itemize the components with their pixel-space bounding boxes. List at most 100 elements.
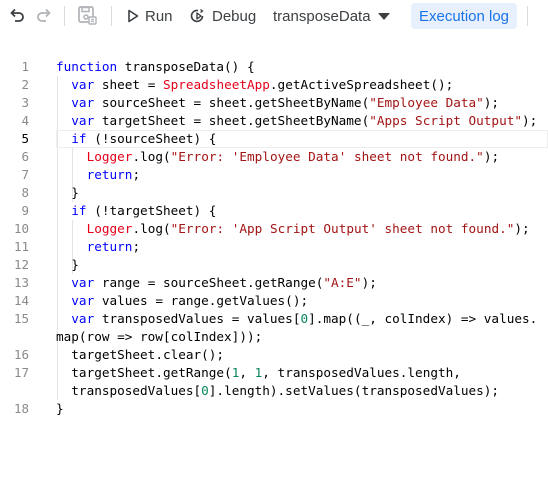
code-token: (!targetSheet) { <box>86 203 217 218</box>
code-text: Logger.log("Error: 'Employee Data' sheet… <box>87 148 500 166</box>
code-line[interactable]: 12} <box>0 256 548 274</box>
code-token: } <box>71 185 79 200</box>
code-line[interactable]: 14 var values = range.getValues(); <box>0 292 548 310</box>
run-button[interactable]: Run <box>127 5 173 27</box>
line-number: 3 <box>21 95 29 110</box>
run-label: Run <box>145 7 173 25</box>
toolbar-divider <box>64 6 65 26</box>
code-token: .log( <box>132 221 171 236</box>
code-text: return; <box>87 166 140 184</box>
code-text: } <box>56 400 64 418</box>
code-line[interactable]: 10 Logger.log("Error: 'App Script Output'… <box>0 220 548 238</box>
code-line[interactable]: 8} <box>0 184 548 202</box>
line-number: 14 <box>13 293 29 308</box>
execution-log-button[interactable]: Execution log <box>411 3 517 29</box>
code-line[interactable]: 4 var targetSheet = sheet.getSheetByName(… <box>0 112 548 130</box>
code-line[interactable]: 2 var sheet = SpreadsheetApp.getActiveSpr… <box>0 76 548 94</box>
code-line[interactable]: 18} <box>0 400 548 418</box>
code-line[interactable]: 5 if (!sourceSheet) { <box>0 130 548 148</box>
code-token: (!sourceSheet) { <box>86 131 217 146</box>
code-token: range = sourceSheet.getRange( <box>94 275 324 290</box>
code-text: targetSheet.getRange(1, 1, transposedVal… <box>71 364 461 382</box>
code-line[interactable]: 9 if (!targetSheet) { <box>0 202 548 220</box>
code-token: sheet = <box>94 77 163 92</box>
line-number: 17 <box>13 365 29 380</box>
code-token: ].map((_, colIndex) => values. <box>308 311 538 326</box>
code-token: var <box>71 77 95 92</box>
line-number: 15 <box>13 311 29 326</box>
code-token: } <box>56 401 64 416</box>
code-token: 0 <box>300 311 309 326</box>
line-number: 6 <box>21 149 29 164</box>
code-token: "Error: 'Employee Data' sheet not found.… <box>170 149 484 164</box>
code-token: } <box>71 257 79 272</box>
code-line[interactable]: 3 var sourceSheet = sheet.getSheetByName(… <box>0 94 548 112</box>
code-token: SpreadsheetApp <box>162 77 270 92</box>
code-text: targetSheet.clear(); <box>71 346 224 364</box>
code-text: var range = sourceSheet.getRange("A:E"); <box>71 274 377 292</box>
code-token: map(row => row[colIndex])); <box>56 329 263 344</box>
code-token: var <box>71 293 95 308</box>
code-token: return <box>86 167 133 182</box>
code-line[interactable]: 11 return; <box>0 238 548 256</box>
undo-icon[interactable] <box>7 6 27 26</box>
code-text: return; <box>87 238 140 256</box>
line-number: 11 <box>13 239 29 254</box>
line-number: 8 <box>21 185 29 200</box>
dropdown-arrow-icon <box>377 12 390 20</box>
code-line[interactable]: 7 return; <box>0 166 548 184</box>
code-token: if <box>71 131 87 146</box>
code-editor[interactable]: 1 function transposeData() {2 var sheet = … <box>0 58 548 487</box>
code-line[interactable]: 6 Logger.log("Error: 'Employee Data' shee… <box>0 148 548 166</box>
code-token: var <box>71 275 95 290</box>
code-line[interactable]: map(row => row[colIndex])); <box>0 328 548 346</box>
code-token: var <box>71 311 95 326</box>
code-token: "Error: 'App Script Output' sheet not fo… <box>170 221 515 236</box>
code-text: Logger.log("Error: 'App Script Output' s… <box>87 220 530 238</box>
line-number: 10 <box>13 221 29 236</box>
code-token: transposedValues = values[ <box>94 311 301 326</box>
play-icon <box>128 9 139 23</box>
code-token: ); <box>514 221 530 236</box>
code-token: var <box>71 113 95 128</box>
debug-button[interactable]: Debug <box>190 5 256 27</box>
code-text: map(row => row[colIndex])); <box>56 328 262 346</box>
function-select[interactable]: transposeData <box>273 5 390 27</box>
line-number: 2 <box>21 77 29 92</box>
line-number: 5 <box>21 131 29 146</box>
function-select-value: transposeData <box>273 7 371 25</box>
code-line[interactable]: transposedValues[0].length).setValues(tr… <box>0 382 548 400</box>
code-text: if (!sourceSheet) { <box>71 130 216 148</box>
code-token: if <box>71 203 87 218</box>
line-number: 4 <box>21 113 29 128</box>
code-token: .log( <box>132 149 171 164</box>
line-number: 16 <box>13 347 29 362</box>
line-number: 7 <box>21 167 29 182</box>
code-line[interactable]: 17 targetSheet.getRange(1, 1, transposedV… <box>0 364 548 382</box>
code-token: ); <box>483 149 500 164</box>
code-text: var values = range.getValues(); <box>71 292 308 310</box>
line-number: 12 <box>13 257 29 272</box>
code-text: var transposedValues = values[0].map((_,… <box>71 310 537 328</box>
code-token: return <box>86 239 133 254</box>
code-token: Logger <box>86 221 133 236</box>
code-line[interactable]: 13 var range = sourceSheet.getRange("A:E"… <box>0 274 548 292</box>
code-token: "Apps Script Output" <box>369 113 522 128</box>
code-token: ); <box>361 275 377 290</box>
code-token: ].length).setValues(transposedValues); <box>208 383 500 398</box>
code-text: var sheet = SpreadsheetApp.getActiveSpre… <box>71 76 453 94</box>
code-line[interactable]: 15 var transposedValues = values[0].map((… <box>0 310 548 328</box>
toolbar-divider <box>111 6 112 26</box>
redo-icon[interactable] <box>34 6 54 26</box>
code-token: ; <box>132 239 141 254</box>
code-token: sourceSheet = sheet.getSheetByName( <box>94 95 370 110</box>
code-token: targetSheet.getRange( <box>71 365 232 380</box>
code-token: targetSheet.clear(); <box>71 347 225 362</box>
save-icon[interactable] <box>76 4 98 26</box>
code-token: targetSheet = sheet.getSheetByName( <box>94 113 370 128</box>
toolbar-divider <box>527 6 528 26</box>
code-token: var <box>71 95 95 110</box>
code-line[interactable]: 16 targetSheet.clear(); <box>0 346 548 364</box>
code-line[interactable]: 1 function transposeData() { <box>0 58 548 76</box>
code-token: Logger <box>86 149 133 164</box>
